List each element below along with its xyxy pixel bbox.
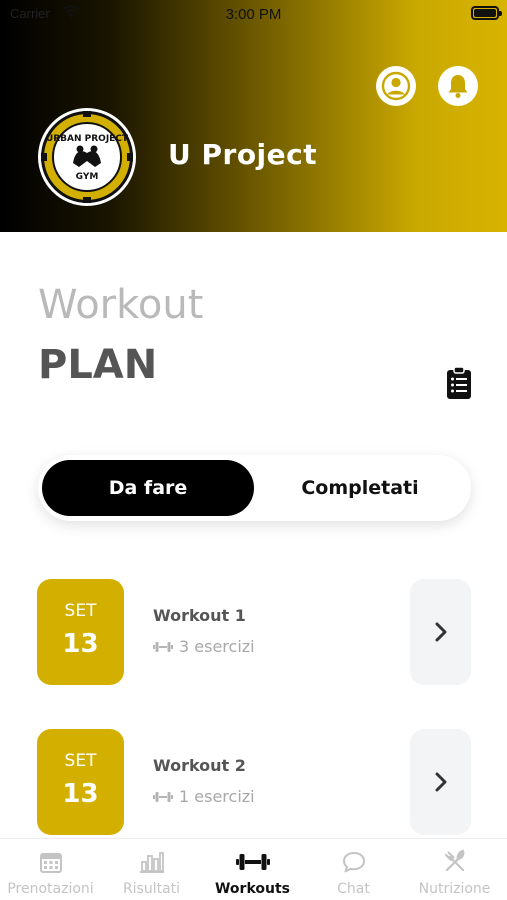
- tab-completati[interactable]: Completati: [260, 460, 460, 516]
- date-day: 13: [62, 629, 99, 659]
- tab-chat[interactable]: Chat: [303, 839, 404, 900]
- tab-da-fare[interactable]: Da fare: [42, 460, 254, 516]
- status-segmented-control: Da fare Completati: [38, 455, 471, 521]
- chevron-right-icon: [435, 622, 446, 642]
- bell-icon: [448, 75, 468, 98]
- tab-label: Risultati: [122, 881, 181, 897]
- tab-prenotazioni[interactable]: Prenotazioni: [0, 839, 101, 900]
- date-badge: SET 13: [37, 579, 124, 685]
- date-month: SET: [64, 601, 97, 621]
- page-title-light: Workout: [38, 282, 204, 328]
- workout-item[interactable]: SET 13 Workout 1 3 esercizi: [37, 579, 471, 687]
- user-icon: [381, 71, 411, 101]
- svg-text:URBAN PROJECT: URBAN PROJECT: [46, 134, 129, 144]
- utensils-icon: [444, 849, 464, 872]
- notifications-button[interactable]: [438, 66, 478, 106]
- workout-item[interactable]: SET 13 Workout 2 1 esercizi: [37, 729, 471, 837]
- page-title-bold: PLAN: [38, 342, 158, 388]
- workout-name: Workout 1: [153, 606, 246, 625]
- chevron-right-icon: [435, 772, 446, 792]
- tab-label: Nutrizione: [418, 881, 491, 897]
- workout-name: Workout 2: [153, 756, 246, 775]
- chat-icon: [342, 852, 365, 873]
- date-badge: SET 13: [37, 729, 124, 835]
- date-month: SET: [64, 751, 97, 771]
- tab-label: Prenotazioni: [7, 881, 94, 897]
- open-workout-button[interactable]: [410, 579, 471, 685]
- tab-nutrizione[interactable]: Nutrizione: [404, 839, 505, 900]
- open-workout-button[interactable]: [410, 729, 471, 835]
- workout-subtitle: 3 esercizi: [179, 637, 255, 656]
- status-bar: Carrier 3:00 PM: [0, 0, 507, 30]
- workout-exercise-count: 1 esercizi: [153, 787, 255, 806]
- tab-label: Chat: [337, 881, 370, 897]
- workout-exercise-count: 3 esercizi: [153, 637, 255, 656]
- gym-logo: URBAN PROJECT GYM: [38, 108, 136, 206]
- dumbbell-icon: [235, 854, 270, 870]
- calendar-icon: [39, 853, 62, 873]
- clipboard-list-icon[interactable]: [446, 366, 472, 400]
- app-header: Carrier 3:00 PM URBAN PROJECT GYM U Proj…: [0, 0, 507, 232]
- profile-button[interactable]: [376, 66, 416, 106]
- tab-workouts[interactable]: Workouts: [202, 839, 303, 900]
- bar-chart-icon: [139, 852, 164, 873]
- bottom-tab-bar: Prenotazioni Risultati Workouts Chat Nut…: [0, 838, 507, 900]
- workout-subtitle: 1 esercizi: [179, 787, 255, 806]
- battery-icon: [471, 6, 502, 20]
- tab-risultati[interactable]: Risultati: [101, 839, 202, 900]
- app-title: U Project: [168, 138, 318, 171]
- tab-label: Workouts: [214, 881, 290, 897]
- dumbbell-icon: [153, 791, 173, 802]
- svg-text:GYM: GYM: [76, 172, 99, 182]
- status-time: 3:00 PM: [225, 6, 282, 23]
- date-day: 13: [62, 779, 99, 809]
- dumbbell-icon: [153, 641, 173, 652]
